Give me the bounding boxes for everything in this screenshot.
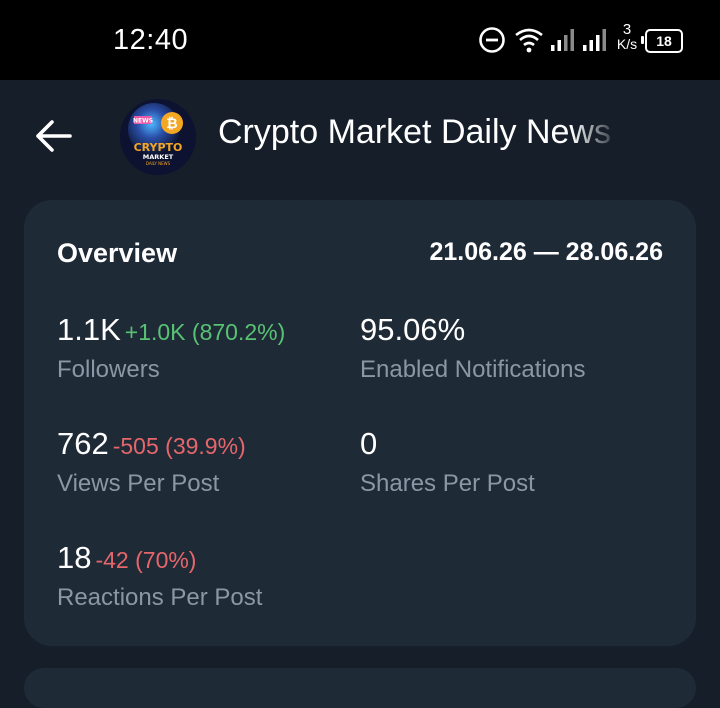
channel-title[interactable]: Crypto Market Daily News [218,113,620,152]
do-not-disturb-icon [478,26,506,59]
stat-label: Reactions Per Post [57,584,263,611]
network-speed: 3 K/s [616,21,638,52]
stat-value: 762 [57,426,109,461]
stat-reactions-per-post: 18 -42 (70%) Reactions Per Post [57,540,262,612]
stat-value: 1.1K [57,312,121,347]
status-bar: 12:40 3 K/s 18 [0,0,720,80]
header: ₿ NEWS CRYPTO MARKET DAILY NEWS Crypto M… [0,80,720,192]
stat-label: Views Per Post [57,470,220,497]
svg-text:NEWS: NEWS [133,118,153,125]
stat-value: 0 [360,426,378,461]
stat-label: Followers [57,356,160,383]
stat-shares-per-post: 0 Shares Per Post [360,426,535,498]
back-button[interactable] [30,116,74,156]
svg-text:MARKET: MARKET [143,153,174,161]
stat-enabled-notifications: 95.06% Enabled Notifications [360,312,585,384]
stat-change: +1.0K (870.2%) [124,319,286,345]
stat-change: -505 (39.9%) [112,433,246,459]
stat-label: Shares Per Post [360,470,535,497]
battery-tip [641,36,644,44]
stat-followers: 1.1K +1.0K (870.2%) Followers [57,312,285,384]
signal-icon [582,28,608,57]
battery-level: 18 [656,33,672,49]
stat-views-per-post: 762 -505 (39.9%) Views Per Post [57,426,246,498]
status-time: 12:40 [113,24,189,56]
overview-title: Overview [57,238,178,268]
signal-icon [550,28,576,57]
overview-card: Overview 21.06.26 — 28.06.26 1.1K +1.0K (… [24,200,696,646]
overview-date-range: 21.06.26 — 28.06.26 [429,238,663,266]
svg-text:DAILY NEWS: DAILY NEWS [146,161,171,166]
stat-value: 95.06% [360,312,466,347]
stat-change: -42 (70%) [95,547,197,573]
channel-avatar[interactable]: ₿ NEWS CRYPTO MARKET DAILY NEWS [120,99,196,175]
svg-text:₿: ₿ [166,116,177,132]
stat-label: Enabled Notifications [360,356,586,383]
next-card [24,668,696,708]
arrow-left-icon [30,120,74,160]
wifi-icon [514,26,544,59]
battery-icon: 18 [641,29,683,53]
status-icons: 3 K/s 18 [478,21,698,59]
stat-value: 18 [57,540,92,575]
avatar-image: ₿ NEWS CRYPTO MARKET DAILY NEWS [120,99,196,175]
